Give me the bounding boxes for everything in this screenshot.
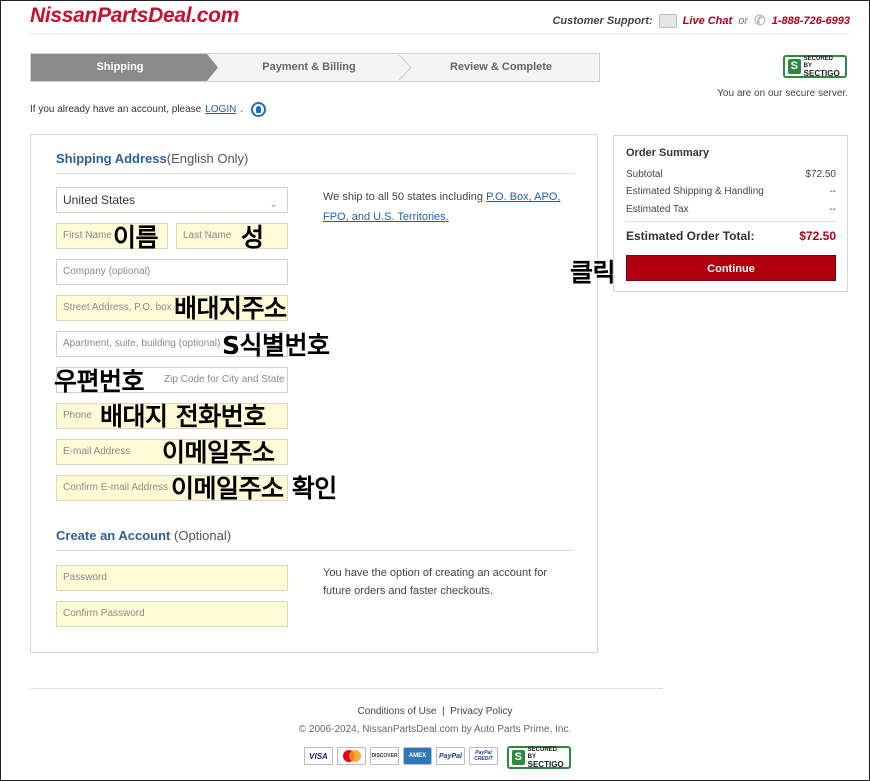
footer-divider [30, 688, 663, 689]
shipping-title: Shipping Address(English Only) [56, 151, 249, 166]
account-divider [56, 550, 574, 551]
summary-row-shipping: Estimated Shipping & Handling -- [626, 186, 836, 197]
header-divider [30, 33, 849, 34]
summary-row-subtotal: Subtotal $72.50 [626, 169, 836, 180]
live-chat-link[interactable]: Live Chat [683, 15, 733, 27]
annotation-street: 배대지주소 [174, 294, 287, 323]
conditions-link[interactable]: Conditions of Use [358, 706, 437, 717]
confirm-password-input[interactable]: Confirm Password [56, 601, 288, 627]
privacy-link[interactable]: Privacy Policy [450, 706, 512, 717]
continue-button[interactable]: Continue [626, 255, 836, 281]
chat-icon [658, 13, 677, 28]
order-summary: Order Summary Subtotal $72.50 Estimated S… [613, 135, 848, 292]
step-shipping: Shipping [31, 54, 218, 81]
annotation-click: 클릭 [570, 258, 616, 287]
company-input[interactable]: Company (optional) [56, 259, 288, 285]
account-note: You have the option of creating an accou… [323, 567, 548, 597]
annotation-first-name: 이름 [113, 223, 159, 252]
sectigo-top: SECURED BY [803, 56, 834, 69]
annotation-phone: 배대지 전화번호 [100, 402, 266, 431]
annotation-apartment: S식별번호 [222, 331, 330, 360]
copyright: © 2006-2024, NissanPartsDeal.com by Auto… [298, 724, 572, 735]
sectigo-icon: S [788, 59, 801, 74]
login-link[interactable]: LOGIN [205, 104, 236, 115]
checkout-steps: Shipping Payment & Billing Review & Comp… [30, 53, 600, 82]
or-text: or [738, 14, 748, 27]
discover-icon: DISCOVER [370, 747, 399, 765]
last-name-input[interactable]: Last Name [176, 223, 288, 249]
amex-icon: AMEX [403, 747, 432, 765]
sectigo-icon: S [512, 750, 525, 765]
annotation-confirm-email: 이메일주소 확인 [171, 474, 337, 503]
annotation-last-name: 성 [241, 223, 264, 252]
phone-number[interactable]: 1-888-726-6993 [772, 15, 850, 27]
payment-cards: VISA DISCOVER AMEX PayPal PayPal CREDIT [304, 747, 498, 765]
support-label: Customer Support: [552, 14, 653, 27]
visa-icon: VISA [304, 747, 333, 765]
password-input[interactable]: Password [56, 565, 288, 591]
summary-row-tax: Estimated Tax -- [626, 204, 836, 215]
site-logo[interactable]: NissanPartsDeal.com [30, 4, 239, 28]
footer-sectigo-badge[interactable]: S SECURED BY SECTIGO [507, 746, 571, 769]
step-review-complete: Review & Complete [449, 61, 553, 73]
country-select[interactable]: United States ⌄ [56, 187, 288, 213]
paypal-icon: PayPal [436, 747, 465, 765]
login-prompt-text: If you already have an account, please [30, 104, 202, 115]
order-total: Estimated Order Total: $72.50 [626, 229, 836, 243]
footer-links: Conditions of Use | Privacy Policy [357, 706, 513, 717]
secure-server-text: You are on our secure server. [717, 88, 848, 99]
mastercard-icon [337, 747, 366, 765]
shipping-note: We ship to all 50 states including P.O. … [323, 191, 561, 223]
chevron-down-icon: ⌄ [269, 199, 278, 210]
sectigo-brand: SECTIGO [803, 69, 840, 78]
user-icon[interactable] [251, 102, 267, 117]
annotation-email: 이메일주소 [162, 438, 275, 467]
paypal-credit-icon: PayPal CREDIT [469, 747, 498, 765]
create-account-title: Create an Account (Optional) [56, 528, 232, 543]
annotation-zip: 우편번호 [54, 367, 145, 396]
sectigo-badge[interactable]: S SECURED BY SECTIGO [783, 55, 847, 78]
shipping-divider [56, 173, 574, 174]
customer-support: Customer Support: Live Chat or ✆ 1-888-7… [552, 12, 850, 29]
order-summary-title: Order Summary [626, 147, 710, 159]
phone-icon: ✆ [753, 12, 766, 28]
step-payment-billing: Payment & Billing [262, 61, 356, 73]
summary-divider [626, 221, 836, 222]
login-prompt: If you already have an account, please L… [30, 102, 267, 117]
